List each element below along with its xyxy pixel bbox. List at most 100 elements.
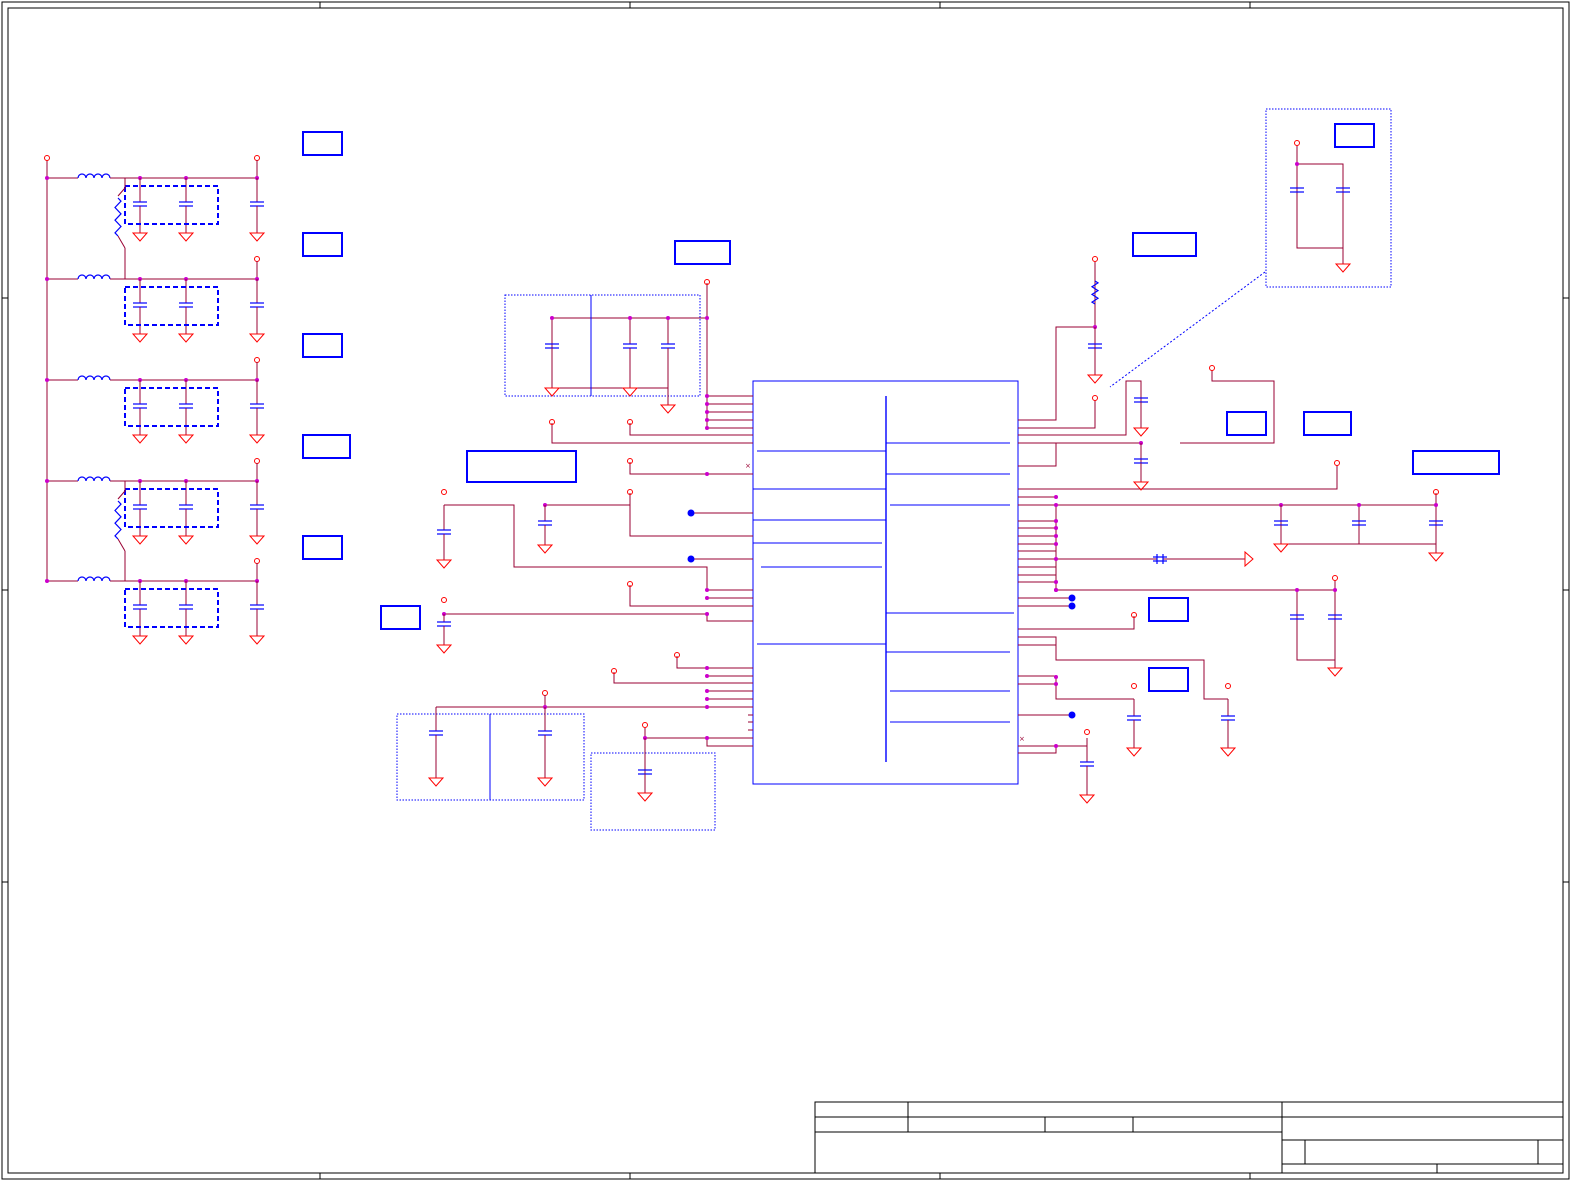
port-label-10 <box>1334 123 1375 148</box>
ground-symbol <box>1132 427 1150 437</box>
junction <box>1054 682 1058 686</box>
capacitor <box>250 302 264 308</box>
power-port <box>642 722 648 728</box>
main-ic <box>752 380 1019 785</box>
junction <box>1054 557 1058 561</box>
port-label-11 <box>1226 411 1267 436</box>
inductor <box>77 476 111 482</box>
capacitor <box>1221 715 1235 721</box>
ground-symbol <box>177 232 195 242</box>
junction <box>1054 588 1058 592</box>
port-label-14 <box>1148 597 1189 622</box>
junction <box>705 410 709 414</box>
capacitor <box>429 730 443 736</box>
ground-symbol <box>1272 543 1290 553</box>
test-point <box>687 555 695 563</box>
power-port <box>1209 365 1215 371</box>
junction <box>705 472 709 476</box>
junction <box>45 176 49 180</box>
capacitor <box>179 201 193 207</box>
capacitor <box>250 403 264 409</box>
test-point <box>687 509 695 517</box>
capacitor <box>133 403 147 409</box>
capacitor <box>250 504 264 510</box>
junction <box>1054 542 1058 546</box>
capacitor <box>179 504 193 510</box>
capacitor <box>538 730 552 736</box>
no-connect-mark: × <box>1019 735 1025 743</box>
ground-symbol <box>435 559 453 569</box>
junction <box>705 588 709 592</box>
junction <box>45 579 49 583</box>
capacitor <box>250 604 264 610</box>
ground-symbol <box>543 387 561 397</box>
resistor <box>1090 280 1100 305</box>
ground-symbol <box>131 333 149 343</box>
junction <box>1434 503 1438 507</box>
junction <box>550 316 554 320</box>
port-label-8 <box>380 605 421 630</box>
ground-symbol <box>177 535 195 545</box>
junction <box>1054 519 1058 523</box>
inductor <box>77 576 111 582</box>
capacitor <box>133 302 147 308</box>
power-port <box>542 690 548 696</box>
junction <box>705 674 709 678</box>
ground-symbol <box>1326 667 1344 677</box>
junction <box>45 378 49 382</box>
junction <box>1295 162 1299 166</box>
capacitor <box>661 343 675 349</box>
ground-symbol <box>435 644 453 654</box>
ground-symbol <box>131 232 149 242</box>
capacitor <box>179 302 193 308</box>
junction <box>1295 588 1299 592</box>
junction <box>1054 744 1058 748</box>
capacitor <box>179 403 193 409</box>
ground-symbol <box>248 635 266 645</box>
port-label-2 <box>302 232 343 257</box>
ground-symbol <box>536 544 554 554</box>
inductor <box>77 173 111 179</box>
resistor <box>114 197 122 237</box>
capacitor <box>133 504 147 510</box>
junction <box>705 705 709 709</box>
inductor <box>77 375 111 381</box>
junction <box>705 316 709 320</box>
junction <box>705 402 709 406</box>
capacitor <box>1080 761 1094 767</box>
decoupling-group-box <box>124 387 219 427</box>
wires <box>436 146 1437 790</box>
inductor <box>77 274 111 280</box>
no-connect-mark: × <box>745 462 751 470</box>
ground-symbol <box>1125 747 1143 757</box>
capacitor <box>538 520 552 526</box>
capacitor <box>250 201 264 207</box>
capacitor <box>623 343 637 349</box>
ground-symbol <box>427 777 445 787</box>
power-port <box>1084 729 1090 735</box>
junction <box>705 394 709 398</box>
ground-symbol <box>536 777 554 787</box>
label-boxes <box>302 123 1500 692</box>
resistor <box>114 500 122 540</box>
decoupling-group-box <box>124 588 219 628</box>
junction <box>45 479 49 483</box>
junction <box>1357 503 1361 507</box>
ground-symbol <box>248 232 266 242</box>
junction <box>705 666 709 670</box>
power-port <box>1334 460 1340 466</box>
ground-symbol <box>177 635 195 645</box>
port-label-15 <box>1148 667 1189 692</box>
power-port <box>1131 683 1137 689</box>
ground-symbol <box>1427 552 1445 562</box>
junction <box>1054 526 1058 530</box>
junction <box>1054 675 1058 679</box>
junction <box>705 697 709 701</box>
junction <box>666 316 670 320</box>
port-label-7 <box>466 450 577 483</box>
power-port <box>254 256 260 262</box>
ground-symbol <box>659 404 677 414</box>
port-label-3 <box>302 333 343 358</box>
decoupling-group-box <box>124 185 219 225</box>
power-port <box>1092 256 1098 262</box>
